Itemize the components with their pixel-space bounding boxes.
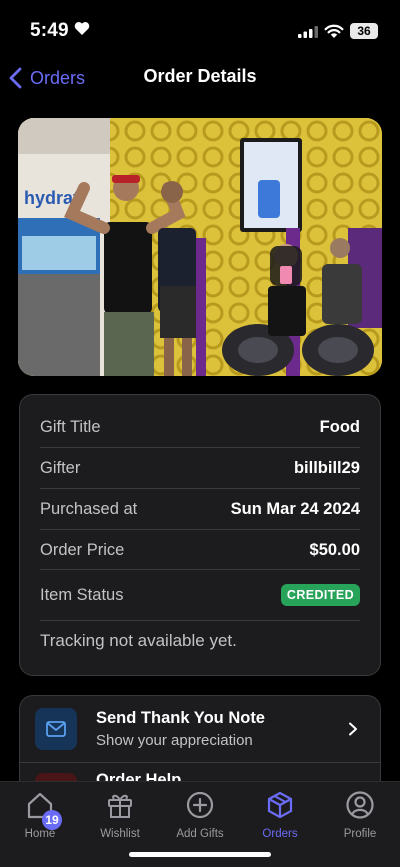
detail-value: $50.00: [309, 540, 360, 559]
tab-label: Profile: [343, 828, 377, 840]
detail-label: Gifter: [40, 458, 81, 477]
order-details-card: Gift Title Food Gifter billbill29 Purcha…: [19, 394, 381, 676]
detail-row-order-price: Order Price $50.00: [40, 530, 360, 570]
detail-label: Gift Title: [40, 417, 101, 436]
detail-label: Item Status: [40, 585, 124, 604]
tracking-status-text: Tracking not available yet.: [40, 631, 237, 650]
detail-row-purchased-at: Purchased at Sun Mar 24 2024: [40, 489, 360, 529]
status-badge: CREDITED: [280, 584, 360, 606]
cellular-signal-icon: [298, 26, 318, 38]
tab-profile[interactable]: Profile: [320, 788, 400, 842]
heart-icon: [74, 22, 90, 35]
tab-wishlist[interactable]: Wishlist: [80, 788, 160, 842]
detail-label: Order Price: [40, 540, 125, 559]
detail-row-gifter: Gifter billbill29: [40, 448, 360, 488]
page-title: Order Details: [143, 66, 257, 86]
action-title: Send Thank You Note: [96, 709, 265, 727]
divider: [40, 569, 360, 570]
gift-icon: [108, 794, 132, 818]
tab-label: Home: [24, 828, 56, 840]
home-indicator[interactable]: [129, 852, 271, 857]
action-subtitle: Show your appreciation: [96, 732, 253, 749]
envelope-icon: [35, 708, 77, 750]
detail-value: billbill29: [293, 458, 360, 477]
order-actions-card: Send Thank You Note Show your appreciati…: [19, 695, 381, 795]
divider: [40, 620, 360, 621]
detail-value: Food: [319, 417, 360, 436]
battery-indicator: 36: [350, 23, 378, 39]
tab-label: Add Gifts: [176, 828, 224, 840]
status-bar: 5:49 36: [0, 0, 400, 56]
wifi-icon: [324, 24, 344, 38]
detail-value: Sun Mar 24 2024: [230, 499, 360, 518]
plus-circle-icon: [186, 791, 214, 819]
detail-label: Purchased at: [40, 499, 138, 518]
tab-label: Orders: [262, 828, 298, 840]
detail-row-item-status: Item Status CREDITED: [40, 575, 360, 615]
profile-icon: [346, 791, 374, 819]
chevron-right-icon: [349, 722, 357, 736]
tab-add-gifts[interactable]: Add Gifts: [160, 788, 240, 842]
gift-photo: hydrat: [18, 118, 382, 376]
send-thank-you-note-button[interactable]: Send Thank You Note Show your appreciati…: [20, 696, 380, 762]
box-icon: [267, 791, 293, 819]
detail-row-gift-title: Gift Title Food: [40, 407, 360, 447]
navigation-bar: Orders Order Details: [0, 56, 400, 100]
home-badge: 19: [42, 810, 62, 830]
tab-home[interactable]: 19 Home: [0, 788, 80, 842]
tab-orders[interactable]: Orders: [240, 788, 320, 842]
tab-label: Wishlist: [100, 828, 140, 840]
status-time: 5:49: [30, 20, 69, 41]
